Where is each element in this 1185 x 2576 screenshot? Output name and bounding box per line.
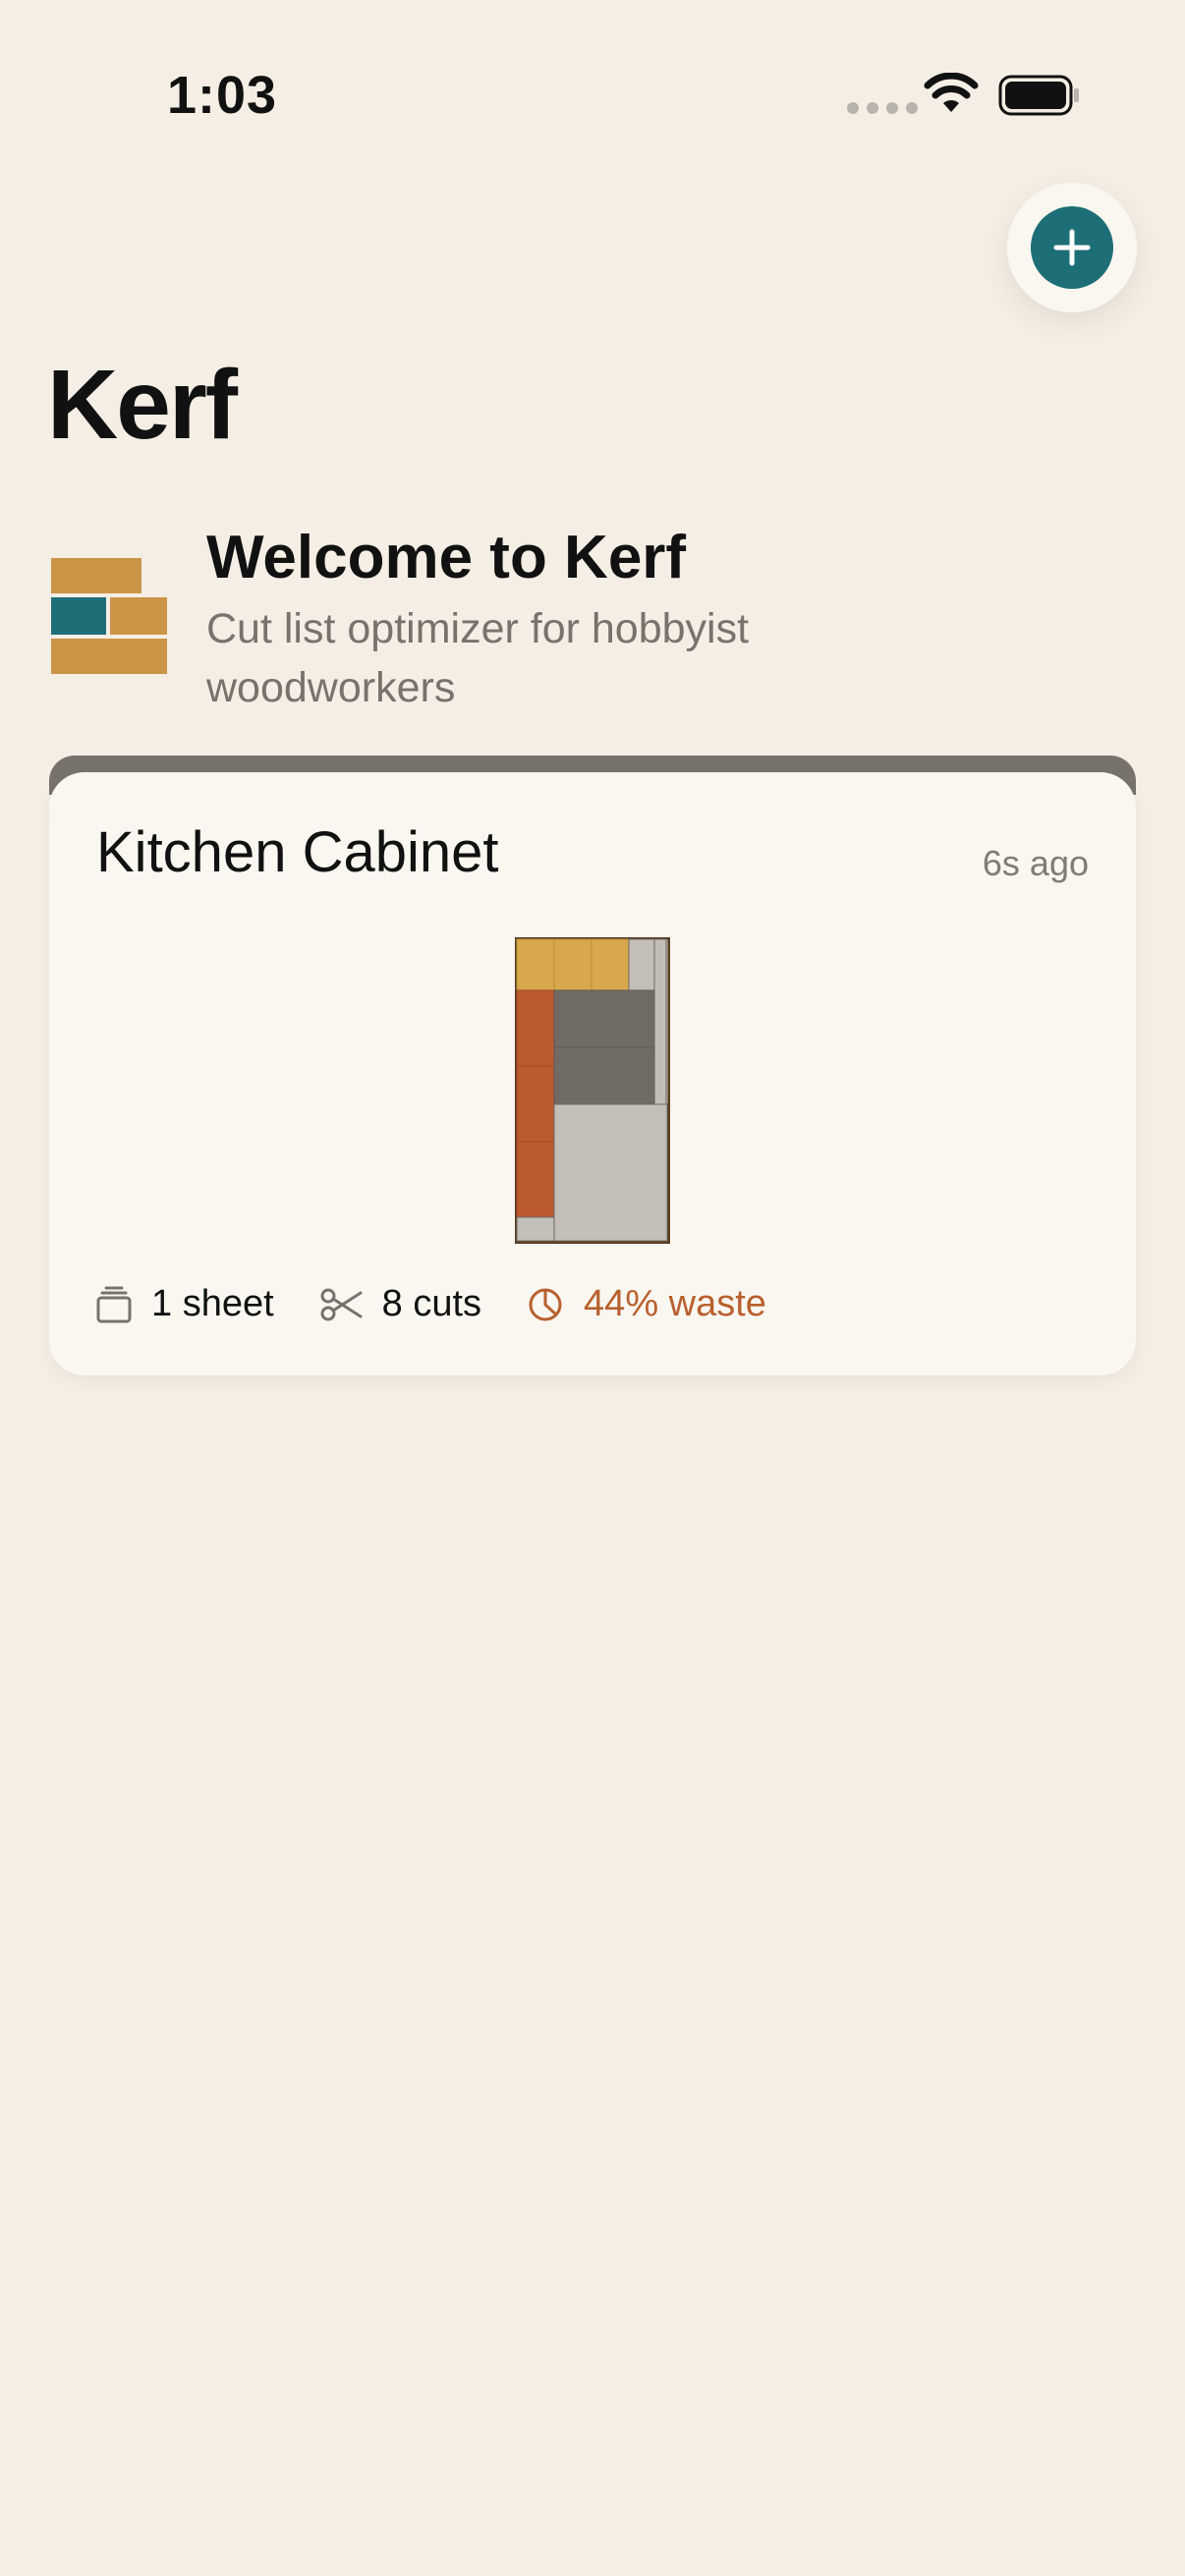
wifi-icon [924,73,979,112]
page-title: Kerf [47,350,238,460]
sheet-layout-preview [515,937,670,1244]
cut-piece [553,1046,655,1105]
scissors-icon [320,1288,363,1320]
offcut [628,938,655,991]
project-card[interactable]: Kitchen Cabinet 6s ago 1 sheet 8 cuts 44… [49,772,1136,1375]
cut-piece [553,938,592,991]
status-time: 1:03 [167,66,278,125]
cut-piece [516,1141,555,1218]
offcut [516,1216,555,1242]
project-title: Kitchen Cabinet [96,820,499,884]
welcome-subtitle: Cut list optimizer for hobbyist woodwork… [206,605,750,711]
stat-sheets: 1 sheet [96,1283,274,1325]
wood-planks-icon [51,558,167,674]
plus-icon [1053,229,1091,266]
offcut [553,1103,668,1242]
cut-piece [591,938,630,991]
sheet-count: 1 sheet [151,1283,274,1324]
project-stats: 1 sheet 8 cuts 44% waste [96,1283,766,1325]
battery-icon [998,75,1079,116]
stat-waste: 44% waste [527,1283,766,1325]
stat-cuts: 8 cuts [319,1283,481,1325]
sheets-stack-icon [96,1286,132,1322]
cut-piece [553,989,655,1048]
cut-piece [516,1065,555,1143]
offcut [653,938,667,1105]
add-project-button[interactable] [1031,206,1113,289]
project-updated-time: 6s ago [982,843,1089,883]
pie-chart-icon [529,1288,562,1320]
cut-count: 8 cuts [381,1283,482,1324]
waste-percentage: 44% waste [584,1283,766,1324]
welcome-title: Welcome to Kerf [206,524,687,591]
cut-piece [516,938,555,991]
cut-piece [516,989,555,1067]
cellular-signal-icon [847,102,918,114]
add-button-container [1007,183,1137,312]
